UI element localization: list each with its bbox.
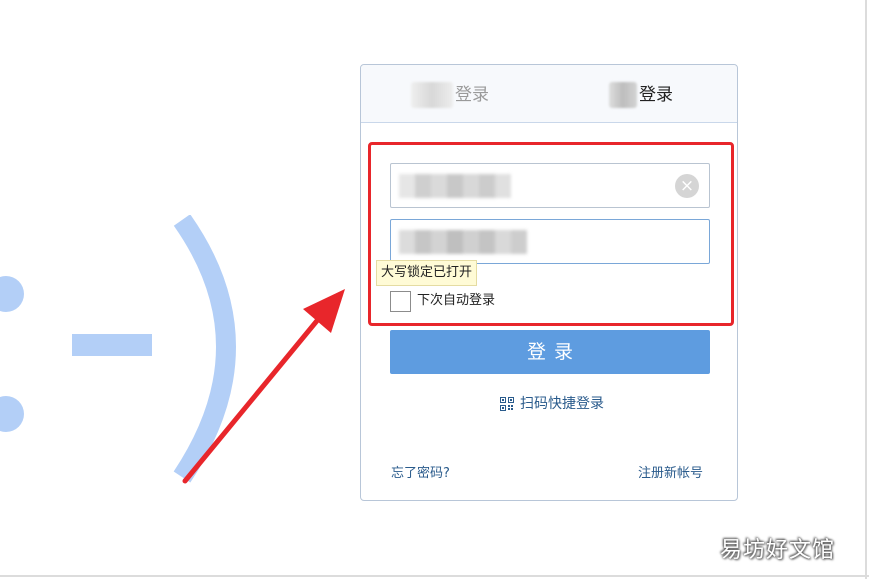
tab-alternate-login[interactable]: 登录 [609,81,673,109]
auto-login-checkbox[interactable] [390,290,411,312]
page-frame-bottom [0,575,869,577]
password-value-blurred [399,228,527,256]
tab-label: 登录 [639,85,673,105]
capslock-tooltip: 大写锁定已打开 [376,260,478,286]
watermark-text: 易坊好文馆 [720,538,836,563]
qr-login-link[interactable]: 扫码快捷登录 [500,394,604,414]
forgot-password-link[interactable]: 忘了密码? [391,464,450,484]
register-link[interactable]: 注册新帐号 [638,464,703,484]
account-value-blurred [399,172,511,200]
blurred-tab-prefix [609,82,637,108]
page-frame-right [865,0,867,579]
red-arrow-annotation [182,289,345,484]
password-field[interactable] [390,219,710,264]
smiley-nose [72,334,152,356]
login-button[interactable]: 登录 [390,330,710,374]
tab-label: 登录 [455,85,489,105]
smiley-eye-bottom [0,396,24,432]
blurred-tab-prefix [411,82,453,108]
login-tabs: 登录 登录 [361,65,737,123]
auto-login-label: 下次自动登录 [417,293,496,308]
clear-icon[interactable]: × [675,174,699,198]
smiley-eye-top [0,276,24,312]
qr-login-label: 扫码快捷登录 [520,396,604,412]
account-field[interactable]: × [390,163,710,208]
auto-login-option[interactable]: 下次自动登录 [390,290,495,312]
qr-code-icon [500,397,514,411]
tab-account-login[interactable]: 登录 [411,81,489,109]
